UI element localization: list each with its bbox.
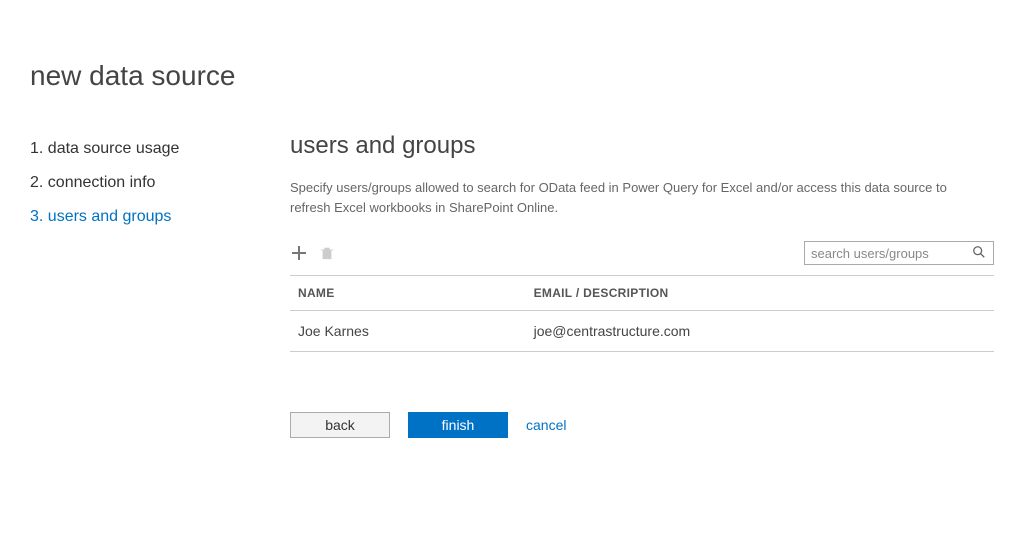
back-button[interactable]: back (290, 412, 390, 438)
nav-step-data-source-usage[interactable]: 1. data source usage (30, 132, 230, 166)
table-row[interactable]: Joe Karnes joe@centrastructure.com (290, 311, 994, 352)
wizard-steps-nav: 1. data source usage 2. connection info … (30, 132, 230, 438)
page-title: new data source (30, 60, 994, 92)
cell-email: joe@centrastructure.com (526, 311, 994, 352)
section-heading: users and groups (290, 132, 994, 160)
cancel-link[interactable]: cancel (526, 417, 566, 433)
cell-name: Joe Karnes (290, 311, 526, 352)
users-table: NAME EMAIL / DESCRIPTION Joe Karnes joe@… (290, 275, 994, 352)
wizard-actions: back finish cancel (290, 412, 994, 438)
delete-icon (318, 244, 336, 262)
add-icon[interactable] (290, 244, 308, 262)
finish-button[interactable]: finish (408, 412, 508, 438)
nav-step-users-and-groups[interactable]: 3. users and groups (30, 200, 230, 234)
col-email: EMAIL / DESCRIPTION (526, 276, 994, 311)
search-input[interactable] (811, 246, 972, 261)
toolbar (290, 241, 994, 265)
section-description: Specify users/groups allowed to search f… (290, 178, 970, 217)
col-name: NAME (290, 276, 526, 311)
main-content: users and groups Specify users/groups al… (290, 132, 994, 438)
search-box[interactable] (804, 241, 994, 265)
nav-step-connection-info[interactable]: 2. connection info (30, 166, 230, 200)
search-icon[interactable] (972, 245, 987, 261)
